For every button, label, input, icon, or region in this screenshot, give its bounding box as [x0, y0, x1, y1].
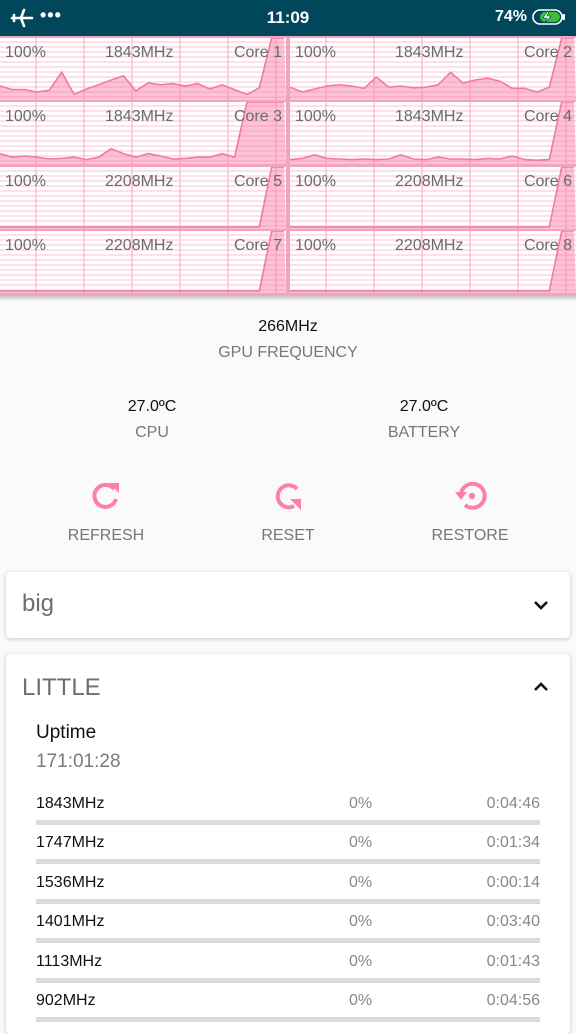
state-frequency: 1843MHz — [36, 795, 105, 812]
core-usage-label: 100% — [5, 44, 46, 61]
core-frequency-label: 2208MHz — [105, 237, 174, 254]
reset-label: RESET — [261, 527, 315, 544]
core-graph: 100% 1843MHz Core 1 — [0, 38, 286, 100]
state-frequency: 1747MHz — [36, 834, 105, 852]
refresh-button[interactable]: REFRESH — [26, 477, 186, 545]
core-usage-label: 100% — [5, 108, 46, 125]
core-name-label: Core 5 — [233, 173, 282, 190]
cpu-temp-stat: 27.0ºC CPU — [72, 398, 232, 442]
state-percent: 0% — [349, 795, 373, 812]
cluster-card-little: LITTLE Uptime 171:01:28 1843MHz 0% 0:04:46… — [6, 654, 570, 1034]
battery-temp-label: BATTERY — [387, 424, 461, 441]
core-frequency-label: 2208MHz — [105, 173, 174, 190]
core-name-label: Core 7 — [233, 237, 282, 254]
battery-percent: 74% — [494, 8, 527, 25]
core-frequency-label: 1843MHz — [395, 44, 464, 61]
gpu-frequency-stat: 266MHz GPU FREQUENCY — [0, 318, 576, 362]
core-frequency-label: 2208MHz — [395, 173, 464, 190]
reset-button[interactable]: RESET — [208, 477, 368, 545]
core-name-label: Core 8 — [523, 237, 572, 254]
state-time: 0:03:40 — [486, 913, 540, 931]
refresh-label: REFRESH — [67, 527, 145, 544]
core-graph: 100% 2208MHz Core 5 — [0, 167, 286, 229]
core-name-label: Core 6 — [523, 173, 572, 190]
uptime-label: Uptime — [36, 722, 97, 743]
state-time: 0:01:43 — [486, 952, 540, 970]
core-graph: 100% 2208MHz Core 8 — [290, 231, 576, 293]
cluster-title-big: big — [22, 590, 55, 617]
restore-icon — [455, 481, 487, 510]
core-graph: 100% 2208MHz Core 6 — [290, 167, 576, 229]
restore-label: RESTORE — [431, 527, 509, 544]
cpu-temp-value: 27.0ºC — [127, 398, 177, 415]
state-frequency: 902MHz — [36, 992, 96, 1009]
state-percent: 0% — [349, 873, 373, 891]
core-usage-label: 100% — [5, 237, 46, 254]
battery-temp-value: 27.0ºC — [399, 398, 449, 415]
state-time: 0:00:14 — [486, 873, 540, 891]
state-time: 0:04:46 — [486, 795, 540, 812]
frequency-state-row: 902MHz 0% 0:04:56 — [36, 992, 540, 1032]
state-percent: 0% — [349, 992, 373, 1009]
state-percent: 0% — [349, 913, 373, 931]
state-progress-bar — [36, 1017, 540, 1022]
frequency-state-row: 1747MHz 0% 0:01:34 — [36, 834, 540, 874]
chevron-down-icon[interactable] — [532, 596, 550, 614]
core-frequency-label: 1843MHz — [105, 108, 174, 125]
core-graphs: 100% 1843MHz Core 1 100% 1843MHz Core 2 100% 18… — [0, 36, 576, 295]
core-graph: 100% 1843MHz Core 4 — [290, 102, 576, 164]
frequency-state-row: 1401MHz 0% 0:03:40 — [36, 913, 540, 953]
state-progress-bar — [36, 977, 540, 983]
core-name-label: Core 2 — [523, 44, 572, 61]
state-progress-bar — [36, 938, 540, 944]
frequency-state-row: 1536MHz 0% 0:00:14 — [36, 874, 540, 914]
refresh-icon — [92, 482, 119, 509]
reset-icon — [275, 483, 301, 510]
frequency-state-row: 1843MHz 0% 0:04:46 — [36, 795, 540, 835]
cluster-card-big[interactable]: big — [6, 572, 570, 638]
cluster-title-little[interactable]: LITTLE — [22, 674, 101, 702]
state-progress-bar — [36, 820, 540, 825]
frequency-state-row: 1113MHz 0% 0:01:43 — [36, 953, 540, 993]
chevron-up-icon[interactable] — [532, 678, 550, 696]
core-usage-label: 100% — [295, 44, 336, 61]
state-time: 0:01:34 — [486, 834, 540, 852]
state-frequency: 1113MHz — [36, 952, 103, 970]
core-frequency-label: 2208MHz — [395, 237, 464, 254]
core-graph: 100% 1843MHz Core 3 — [0, 102, 286, 164]
battery-charging-icon — [532, 9, 565, 25]
battery-temp-stat: 27.0ºC BATTERY — [344, 398, 504, 442]
gpu-frequency-value: 266MHz — [258, 318, 318, 335]
cpu-temp-label: CPU — [135, 424, 169, 441]
core-frequency-label: 1843MHz — [395, 108, 464, 125]
clock: 11:09 — [266, 8, 310, 27]
uptime-value: 171:01:28 — [36, 751, 121, 772]
state-progress-bar — [36, 859, 540, 865]
core-name-label: Core 3 — [233, 108, 282, 125]
gpu-frequency-label: GPU FREQUENCY — [218, 344, 358, 361]
core-usage-label: 100% — [295, 108, 336, 125]
core-usage-label: 100% — [295, 237, 336, 254]
state-percent: 0% — [349, 952, 373, 970]
state-progress-bar — [36, 898, 540, 904]
restore-button[interactable]: RESTORE — [390, 477, 550, 545]
core-name-label: Core 1 — [233, 44, 282, 61]
state-frequency: 1401MHz — [36, 913, 105, 931]
state-frequency: 1536MHz — [36, 873, 105, 891]
graphs-shadow — [0, 295, 576, 301]
state-percent: 0% — [349, 834, 373, 852]
status-bar: ••• 11:09 74% — [0, 0, 576, 36]
core-graph: 100% 2208MHz Core 7 — [0, 231, 286, 293]
core-graph: 100% 1843MHz Core 2 — [290, 38, 576, 100]
core-frequency-label: 1843MHz — [105, 44, 174, 61]
core-usage-label: 100% — [5, 173, 46, 190]
core-name-label: Core 4 — [523, 108, 572, 125]
core-usage-label: 100% — [295, 173, 336, 190]
state-time: 0:04:56 — [486, 992, 540, 1009]
